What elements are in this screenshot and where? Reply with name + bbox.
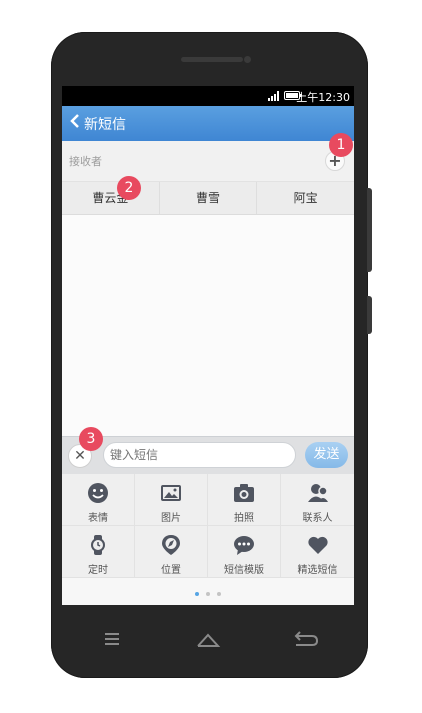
annotation-badge: 2 [117,176,141,200]
emoji-icon [88,483,108,503]
page-dot-active [194,592,199,596]
power-button [367,296,372,334]
tool-location[interactable]: 位置 [135,526,208,578]
message-input[interactable] [103,442,296,468]
contact-suggestion[interactable]: 阿宝 [257,182,354,214]
recipient-row[interactable]: 接收者 + [62,141,354,181]
back-icon[interactable] [290,630,320,650]
message-area [62,215,354,441]
page-title: 新短信 [84,117,126,133]
tool-label: 短信模版 [224,565,264,576]
chevron-left-icon[interactable] [70,113,80,133]
signal-icon [268,91,279,101]
status-time: 上午12:30 [296,91,350,104]
contact-suggestion[interactable]: 曹雪 [160,182,258,214]
tool-label: 精选短信 [297,565,338,576]
tool-label: 定时 [88,565,108,576]
home-icon[interactable] [193,630,223,650]
compass-icon [162,535,180,555]
annotation-badge: 3 [79,427,103,451]
tool-label: 位置 [161,565,181,576]
tool-template[interactable]: 短信模版 [208,526,281,578]
send-button[interactable]: 发送 [305,442,348,468]
heart-icon [307,536,328,554]
contact-suggestions: 曹云金 曹雪 阿宝 [62,181,354,215]
contact-suggestion[interactable]: 曹云金 [62,182,160,214]
tool-featured[interactable]: 精选短信 [281,526,354,578]
tool-label: 图片 [161,513,181,524]
page-dot [206,592,210,596]
recipient-label: 接收者 [69,155,102,168]
contacts-icon [307,484,328,502]
compose-bar: ✕ 发送 [62,436,354,475]
page-dot [217,592,222,596]
watch-icon [91,535,105,555]
tool-label: 联系人 [302,513,333,524]
volume-button [367,188,372,272]
tool-image[interactable]: 图片 [135,474,208,526]
tools-grid: 表情 图片 拍照 联系人 定时 位置 短信模版 精选短信 [62,474,354,578]
annotation-badge: 1 [329,133,353,157]
image-icon [161,485,181,501]
tool-camera[interactable]: 拍照 [208,474,281,526]
camera-icon [234,484,254,502]
earpiece-speaker [181,57,243,62]
tool-emoji[interactable]: 表情 [62,474,135,526]
front-camera [244,56,251,63]
tool-label: 拍照 [234,513,254,524]
title-bar: 新短信 [62,106,354,141]
status-bar: 上午12:30 [62,86,354,106]
chat-icon [234,536,254,555]
page-indicator [62,583,354,605]
tool-timer[interactable]: 定时 [62,526,135,578]
tool-contacts[interactable]: 联系人 [281,474,354,526]
tool-label: 表情 [88,513,108,524]
screen: 上午12:30 新短信 接收者 + 曹云金 曹雪 阿宝 ✕ 发送 表情 [62,86,354,605]
menu-icon[interactable] [101,630,131,650]
